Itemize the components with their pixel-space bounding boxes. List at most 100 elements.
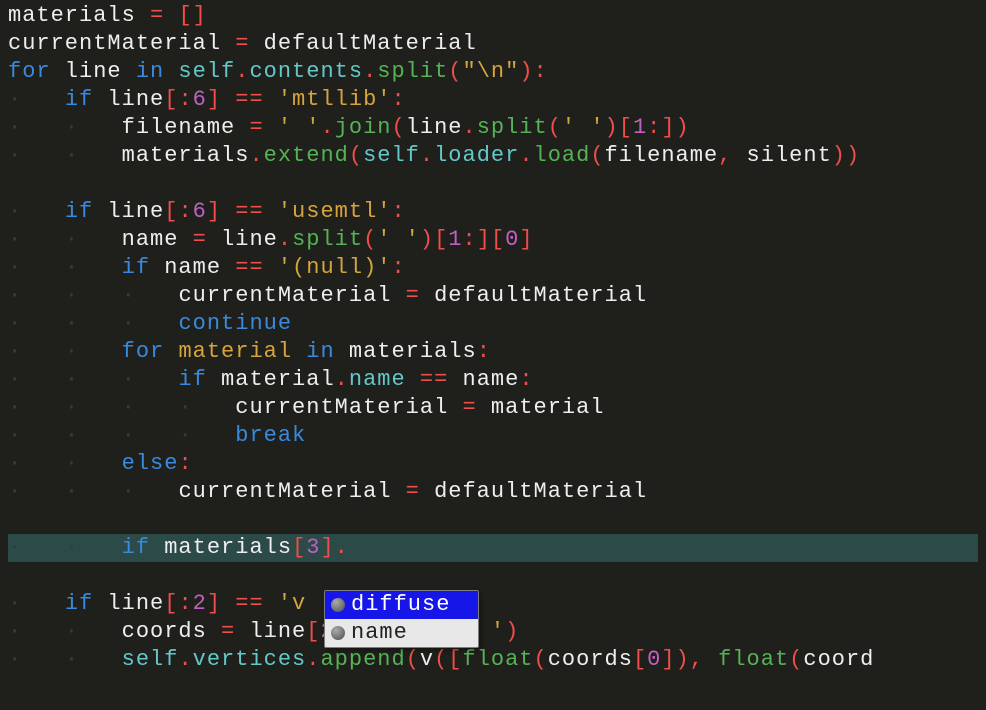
code-token: if — [65, 199, 93, 224]
code-token: ' ' — [562, 115, 605, 140]
code-line[interactable]: · · if name == '(null)': — [8, 254, 978, 282]
code-line[interactable]: · if line[:2] == 'v — [8, 590, 978, 618]
code-line[interactable]: · · · · break — [8, 422, 978, 450]
code-token: : — [534, 59, 548, 84]
code-line[interactable]: · · name = line.split(' ')[1:][0] — [8, 226, 978, 254]
completion-label: name — [351, 619, 408, 647]
code-token: 3 — [306, 535, 320, 560]
code-token: if — [122, 535, 150, 560]
code-line[interactable]: materials = [] — [8, 2, 978, 30]
code-token — [221, 591, 235, 616]
code-token: ]) — [661, 115, 689, 140]
code-token: material — [477, 395, 605, 420]
code-token: line — [235, 619, 306, 644]
code-line[interactable]: · · if materials[3]. — [8, 534, 978, 562]
code-line[interactable]: · · · · currentMaterial = material — [8, 394, 978, 422]
code-line[interactable]: currentMaterial = defaultMaterial — [8, 30, 978, 58]
code-token: defaultMaterial — [420, 479, 647, 504]
code-token: [ — [164, 199, 178, 224]
code-token: [ — [306, 619, 320, 644]
code-token: ( — [534, 647, 548, 672]
code-token: "\n" — [463, 59, 520, 84]
code-token: = — [193, 227, 207, 252]
code-token: 'usemtl' — [278, 199, 392, 224]
code-token: ( — [789, 647, 803, 672]
code-token: . — [420, 143, 434, 168]
code-token: : — [519, 367, 533, 392]
code-token: defaultMaterial — [420, 283, 647, 308]
code-token: break — [235, 423, 306, 448]
code-token: : — [647, 115, 661, 140]
code-line[interactable]: · · filename = ' '.join(line.split(' ')[… — [8, 114, 978, 142]
code-token: if — [65, 87, 93, 112]
code-token: materials — [150, 535, 292, 560]
code-token: currentMaterial — [178, 283, 405, 308]
code-token: self — [164, 59, 235, 84]
code-token: ) — [505, 619, 519, 644]
code-line[interactable]: · · · currentMaterial = defaultMaterial — [8, 478, 978, 506]
code-token: append — [320, 647, 405, 672]
code-line[interactable]: · · coords = line[2:].split(' ') — [8, 618, 978, 646]
code-token: . — [335, 367, 349, 392]
code-token: materials — [335, 339, 477, 364]
code-token: else — [122, 451, 179, 476]
code-token: name — [122, 227, 193, 252]
code-line[interactable]: · · for material in materials: — [8, 338, 978, 366]
code-token: line — [406, 115, 463, 140]
code-line[interactable] — [8, 170, 978, 198]
code-token: 6 — [193, 199, 207, 224]
code-line[interactable]: · · · if material.name == name: — [8, 366, 978, 394]
code-token: in — [136, 59, 164, 84]
code-token: . — [363, 59, 377, 84]
code-line[interactable]: · · materials.extend(self.loader.load(fi… — [8, 142, 978, 170]
code-token: defaultMaterial — [249, 31, 476, 56]
code-line[interactable]: · if line[:6] == 'usemtl': — [8, 198, 978, 226]
code-token — [406, 367, 420, 392]
code-token: self — [122, 647, 179, 672]
code-token: for — [8, 59, 51, 84]
code-line[interactable]: · · · currentMaterial = defaultMaterial — [8, 282, 978, 310]
code-token: vertices — [193, 647, 307, 672]
code-line[interactable] — [8, 506, 978, 534]
attribute-icon — [331, 598, 345, 612]
code-line[interactable]: · · · continue — [8, 310, 978, 338]
code-token — [292, 339, 306, 364]
code-token: name — [448, 367, 519, 392]
code-line[interactable]: · · else: — [8, 450, 978, 478]
code-token — [164, 339, 178, 364]
code-token: : — [178, 87, 192, 112]
autocomplete-popup[interactable]: diffusename — [324, 590, 479, 648]
code-token — [264, 87, 278, 112]
code-token: coord — [803, 647, 874, 672]
code-token: ( — [406, 647, 420, 672]
code-token: loader — [434, 143, 519, 168]
code-token: [ — [164, 591, 178, 616]
code-line[interactable]: · if line[:6] == 'mtllib': — [8, 86, 978, 114]
code-token: . — [519, 143, 533, 168]
code-token: currentMaterial — [178, 479, 405, 504]
code-token: float — [718, 647, 789, 672]
code-token: . — [278, 227, 292, 252]
code-token: 0 — [505, 227, 519, 252]
code-token: . — [235, 59, 249, 84]
code-line[interactable]: for line in self.contents.split("\n"): — [8, 58, 978, 86]
code-token — [221, 87, 235, 112]
code-editor[interactable]: materials = []currentMaterial = defaultM… — [0, 0, 986, 674]
code-token: if — [65, 591, 93, 616]
code-token: . — [178, 647, 192, 672]
code-token: ( — [548, 115, 562, 140]
code-token — [264, 199, 278, 224]
code-token: , — [718, 143, 732, 168]
code-line[interactable] — [8, 562, 978, 590]
code-line[interactable]: · · self.vertices.append(v([float(coords… — [8, 646, 978, 674]
code-token: 6 — [193, 87, 207, 112]
code-token — [264, 591, 278, 616]
code-token: contents — [249, 59, 363, 84]
completion-item[interactable]: diffuse — [325, 591, 478, 619]
code-token: [] — [178, 3, 206, 28]
code-token: load — [534, 143, 591, 168]
completion-item[interactable]: name — [325, 619, 478, 647]
code-token: )) — [832, 143, 860, 168]
code-token: ] — [519, 227, 533, 252]
code-token: = — [462, 395, 476, 420]
